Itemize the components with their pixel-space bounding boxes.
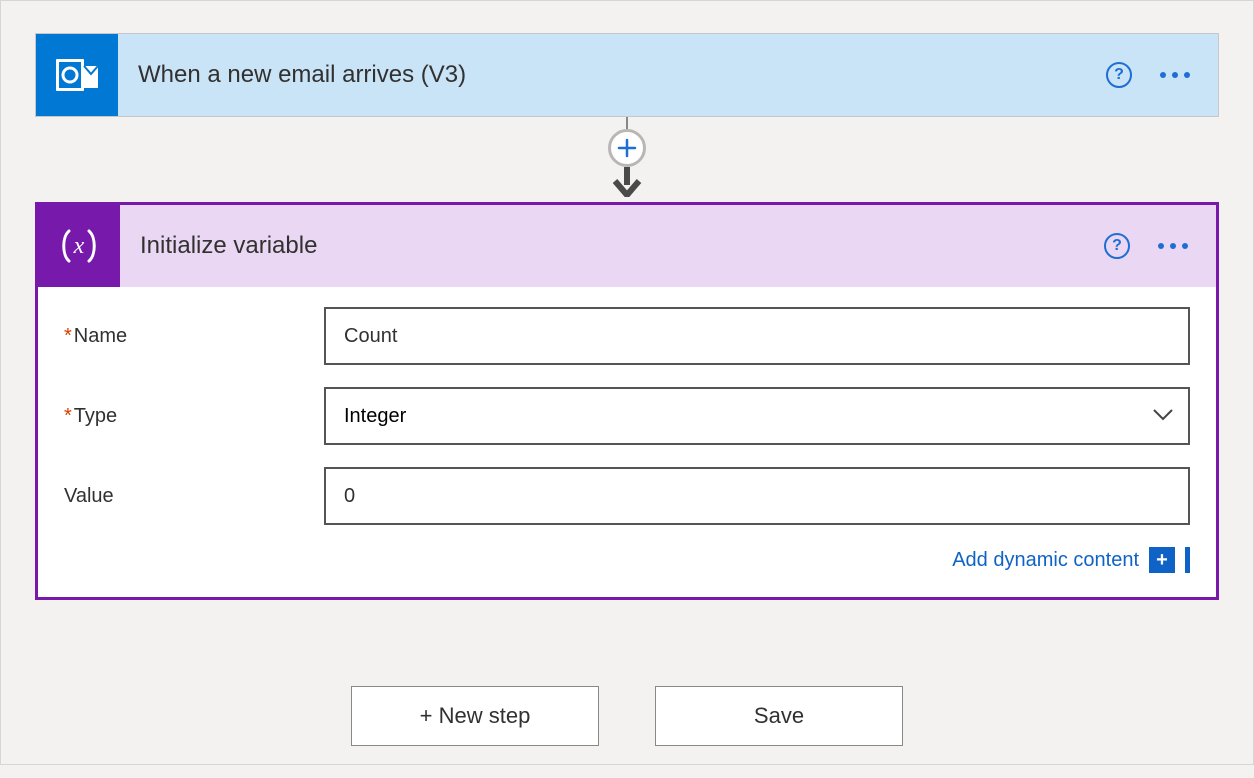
more-menu-icon[interactable] bbox=[1160, 66, 1190, 84]
new-step-button[interactable]: + New step bbox=[351, 686, 599, 746]
chevron-down-icon bbox=[1152, 405, 1174, 428]
insert-step-button[interactable] bbox=[608, 129, 646, 167]
help-icon[interactable]: ? bbox=[1106, 62, 1132, 88]
type-select[interactable]: Integer bbox=[324, 387, 1190, 445]
action-actions: ? bbox=[1104, 233, 1216, 259]
arrow-down-icon bbox=[610, 167, 644, 202]
connector bbox=[608, 117, 646, 202]
more-menu-icon[interactable] bbox=[1158, 237, 1188, 255]
name-label: *Name bbox=[64, 325, 324, 348]
value-input[interactable] bbox=[324, 467, 1190, 525]
save-button[interactable]: Save bbox=[655, 686, 903, 746]
footer: + New step Save bbox=[351, 686, 903, 746]
variable-icon: x bbox=[38, 205, 120, 287]
trigger-card[interactable]: When a new email arrives (V3) ? bbox=[35, 33, 1219, 117]
action-header[interactable]: x Initialize variable ? bbox=[38, 205, 1216, 287]
action-title: Initialize variable bbox=[120, 232, 1104, 260]
outlook-icon bbox=[36, 34, 118, 116]
value-label: Value bbox=[64, 485, 324, 508]
svg-text:x: x bbox=[73, 233, 85, 259]
add-dynamic-content-button[interactable]: + bbox=[1149, 547, 1175, 573]
add-dynamic-content-link[interactable]: Add dynamic content bbox=[952, 549, 1139, 572]
designer-canvas: When a new email arrives (V3) ? bbox=[1, 1, 1253, 778]
trigger-actions: ? bbox=[1106, 62, 1218, 88]
name-row: *Name bbox=[64, 307, 1190, 365]
action-card: x Initialize variable ? *Name *Type Inte… bbox=[35, 202, 1219, 600]
value-row: Value bbox=[64, 467, 1190, 525]
dynamic-content-row: Add dynamic content + bbox=[64, 547, 1190, 573]
type-label: *Type bbox=[64, 405, 324, 428]
name-input[interactable] bbox=[324, 307, 1190, 365]
dynamic-content-tab-indicator bbox=[1185, 547, 1190, 573]
action-form: *Name *Type Integer Value Add dynamic co… bbox=[38, 287, 1216, 597]
type-row: *Type Integer bbox=[64, 387, 1190, 445]
type-value: Integer bbox=[344, 405, 406, 428]
trigger-header[interactable]: When a new email arrives (V3) ? bbox=[36, 34, 1218, 116]
help-icon[interactable]: ? bbox=[1104, 233, 1130, 259]
trigger-title: When a new email arrives (V3) bbox=[118, 61, 1106, 89]
